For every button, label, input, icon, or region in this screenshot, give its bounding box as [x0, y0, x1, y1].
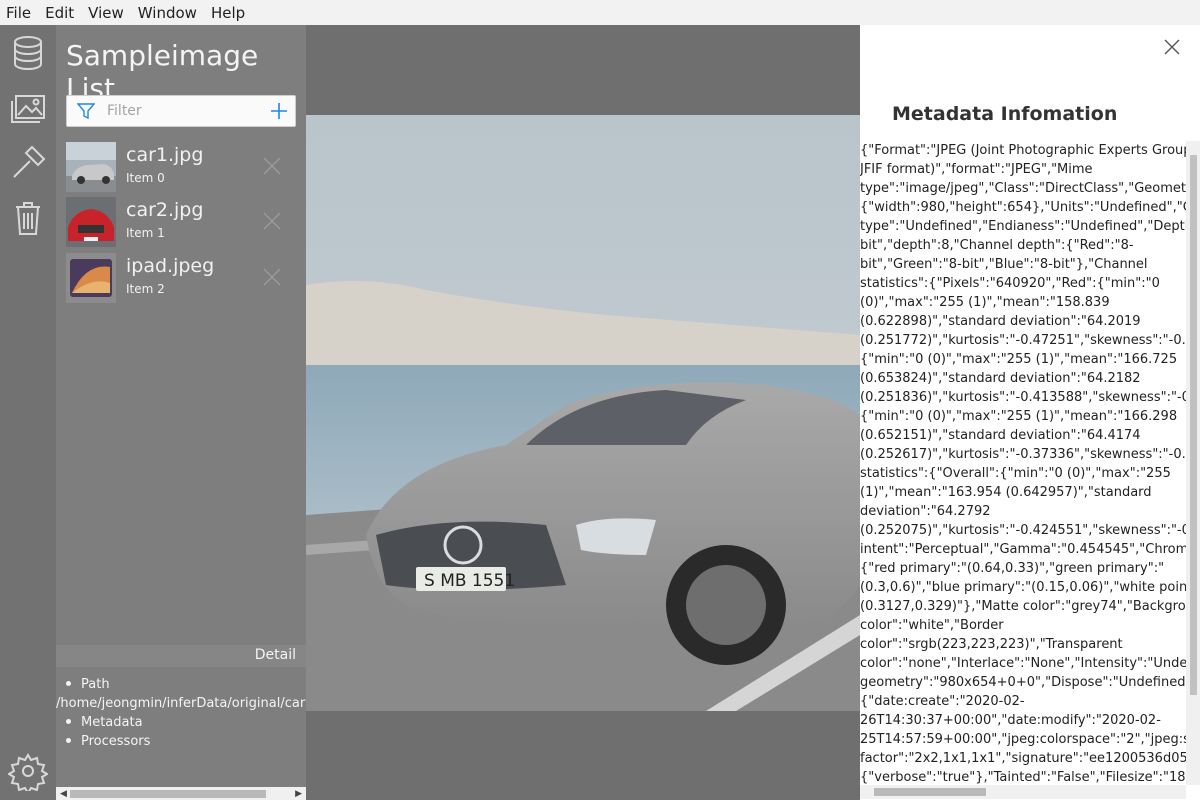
detail-item: Path: [66, 675, 305, 694]
metadata-line: (0.251772)","kurtosis":"-0.47251","skewn…: [860, 333, 1186, 348]
menu-help[interactable]: Help: [211, 4, 245, 22]
metadata-line: {"Format":"JPEG (Joint Photographic Expe…: [860, 143, 1186, 158]
scroll-thumb[interactable]: [874, 788, 986, 796]
metadata-line: statistics":{"Overall":{"min":"0 (0)","m…: [860, 466, 1171, 481]
scroll-right-icon[interactable]: ▶: [295, 789, 302, 799]
metadata-line: {"date:create":"2020-02-: [860, 694, 1025, 709]
metadata-line: (0.251836)","kurtosis":"-0.413588","skew…: [860, 390, 1186, 405]
menu-bar: File Edit View Window Help: [0, 0, 1200, 25]
license-plate: S MB 1551: [424, 571, 515, 591]
icon-rail: [0, 25, 56, 800]
metadata-line: color":"white","Border: [860, 618, 1004, 633]
metadata-line: (0.653824)","standard deviation":"64.218…: [860, 371, 1141, 386]
metadata-line: intent":"Perceptual","Gamma":"0.454545",…: [860, 542, 1186, 557]
metadata-line: (1)","mean":"163.954 (0.642957)","standa…: [860, 485, 1152, 500]
item-name: car1.jpg: [126, 144, 204, 166]
metadata-line: type":"image/jpeg","Class":"DirectClass"…: [860, 181, 1186, 196]
vertical-scrollbar[interactable]: [1186, 141, 1200, 785]
trash-icon[interactable]: [8, 198, 48, 238]
metadata-line: type":"Undefined","Endianess":"Undefined…: [860, 219, 1186, 234]
metadata-line: color":"srgb(223,223,223)","Transparent: [860, 637, 1123, 652]
item-name: car2.jpg: [126, 199, 204, 221]
metadata-line: (0.252075)","kurtosis":"-0.424551","skew…: [860, 523, 1186, 538]
database-icon[interactable]: [8, 33, 48, 73]
preview-image: S MB 1551: [306, 115, 860, 711]
menu-edit[interactable]: Edit: [45, 4, 74, 22]
metadata-line: {"red primary":"(0.64,0.33)","green prim…: [860, 561, 1165, 576]
metadata-text[interactable]: {"Format":"JPEG (Joint Photographic Expe…: [860, 141, 1186, 785]
metadata-heading: Metadata Infomation: [892, 103, 1118, 125]
metadata-line: {"verbose":"true"},"Tainted":"False","Fi…: [860, 770, 1186, 785]
metadata-line: {"min":"0 (0)","max":"255 (1)","mean":"1…: [860, 352, 1178, 367]
thumbnail-image: [66, 197, 116, 247]
metadata-line: bit","depth":8,"Channel depth":{"Red":"8…: [860, 238, 1134, 253]
list-item[interactable]: car2.jpg Item 1: [66, 197, 296, 247]
thumbnail-image: [66, 142, 116, 192]
menu-view[interactable]: View: [88, 4, 124, 22]
metadata-panel: Metadata Infomation {"Format":"JPEG (Joi…: [860, 25, 1200, 800]
metadata-line: (0)","max":"255 (1)","mean":"158.839: [860, 295, 1110, 310]
detail-body: Path /home/jeongmin/inferData/original/c…: [56, 667, 306, 785]
metadata-line: (0.3127,0.329)"},"Matte color":"grey74",…: [860, 599, 1186, 614]
metadata-line: geometry":"980x654+0+0","Dispose":"Undef…: [860, 675, 1186, 690]
horizontal-scrollbar[interactable]: ◀ ▶: [56, 787, 306, 800]
add-icon[interactable]: [269, 101, 289, 121]
thumbnail-image: [66, 253, 116, 303]
metadata-line: bit","Green":"8-bit","Blue":"8-bit"},"Ch…: [860, 257, 1148, 272]
horizontal-scrollbar[interactable]: [860, 785, 1186, 799]
close-icon[interactable]: [262, 156, 282, 176]
metadata-line: 26T14:30:37+00:00","date:modify":"2020-0…: [860, 713, 1161, 728]
close-icon[interactable]: [1164, 39, 1180, 55]
item-sub: Item 0: [126, 171, 165, 185]
metadata-line: {"width":980,"height":654},"Units":"Unde…: [860, 200, 1186, 215]
filter-input[interactable]: [107, 101, 267, 121]
metadata-line: 25T14:57:59+00:00","jpeg:colorspace":"2"…: [860, 732, 1186, 747]
image-viewer: S MB 1551: [306, 25, 860, 800]
scroll-thumb[interactable]: [1190, 155, 1197, 695]
metadata-line: color":"none","Interlace":"None","Intens…: [860, 656, 1186, 671]
close-icon[interactable]: [262, 211, 282, 231]
item-name: ipad.jpeg: [126, 255, 215, 277]
gear-icon[interactable]: [7, 751, 49, 795]
item-sub: Item 1: [126, 226, 165, 240]
detail-label: Detail: [254, 647, 296, 663]
metadata-line: factor":"2x2,1x1,1x1","signature":"ee120…: [860, 751, 1186, 766]
images-icon[interactable]: [8, 88, 48, 128]
metadata-line: (0.252617)","kurtosis":"-0.37336","skewn…: [860, 447, 1186, 462]
scroll-thumb[interactable]: [70, 790, 266, 798]
menu-window[interactable]: Window: [138, 4, 197, 22]
metadata-line: (0.652151)","standard deviation":"64.417…: [860, 428, 1141, 443]
metadata-line: JFIF format)","format":"JPEG","Mime: [860, 162, 1093, 177]
menu-file[interactable]: File: [6, 4, 31, 22]
metadata-line: {"min":"0 (0)","max":"255 (1)","mean":"1…: [860, 409, 1178, 424]
list-item[interactable]: ipad.jpeg Item 2: [66, 253, 296, 303]
metadata-line: (0.622898)","standard deviation":"64.201…: [860, 314, 1141, 329]
metadata-line: deviation":"64.2792: [860, 504, 991, 519]
filter-box: [66, 95, 296, 127]
scroll-left-icon[interactable]: ◀: [60, 789, 67, 799]
detail-item: Processors: [66, 732, 305, 751]
list-item[interactable]: car1.jpg Item 0: [66, 142, 296, 192]
close-icon[interactable]: [262, 267, 282, 287]
detail-path: /home/jeongmin/inferData/original/car: [56, 696, 306, 711]
metadata-line: (0.3,0.6)","blue primary":"(0.15,0.06)",…: [860, 580, 1186, 595]
metadata-line: statistics":{"Pixels":"640920","Red":{"m…: [860, 276, 1160, 291]
detail-header[interactable]: Detail: [56, 645, 306, 667]
filter-icon: [77, 103, 95, 120]
hammer-icon[interactable]: [8, 143, 48, 183]
item-sub: Item 2: [126, 282, 165, 296]
image-list-panel: Sampleimage List car1.jpg Item 0 car2.jp…: [56, 25, 306, 800]
detail-item: Metadata: [66, 713, 305, 732]
